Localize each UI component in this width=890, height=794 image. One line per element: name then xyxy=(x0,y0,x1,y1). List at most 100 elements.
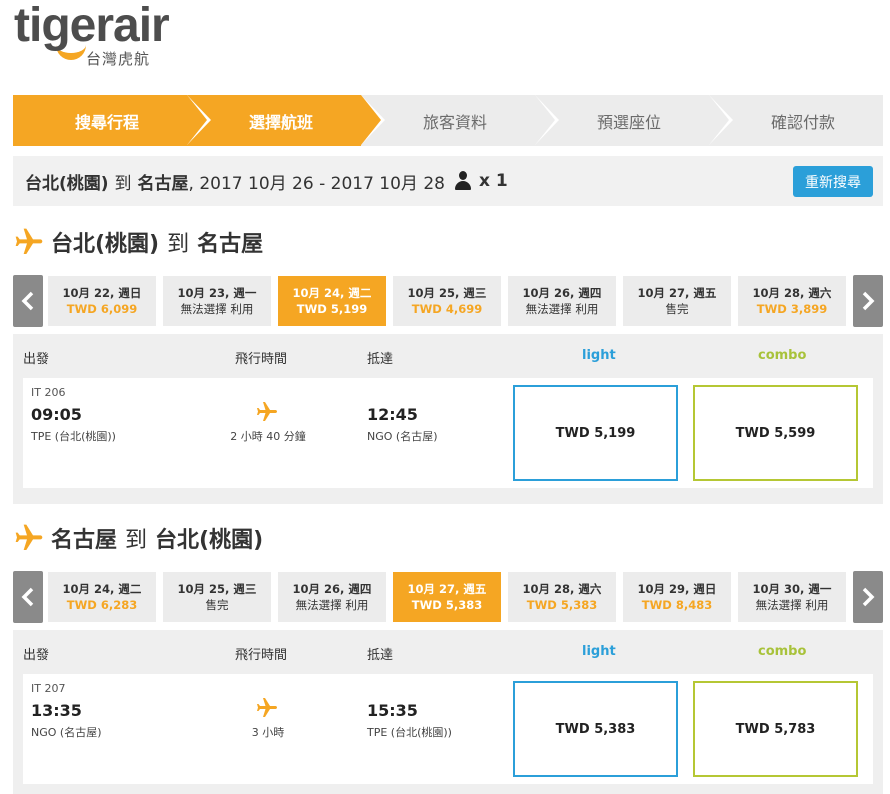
chevron-right-icon[interactable] xyxy=(853,275,883,327)
flight-number: IT 206 xyxy=(31,386,66,399)
date-price: TWD 5,199 xyxy=(296,302,368,316)
logo-subtitle: 台灣虎航 xyxy=(86,50,151,68)
header-light-fare: light xyxy=(582,348,616,363)
arrival-airport: NGO (名古屋) xyxy=(367,430,438,443)
outbound-destination: 名古屋 xyxy=(197,232,264,257)
chevron-left-icon[interactable] xyxy=(13,571,43,623)
header-depart: 出發 xyxy=(23,648,50,663)
date-option[interactable]: 10月 29, 週日 TWD 8,483 xyxy=(623,572,731,622)
step-passenger-info: 旅客資料 xyxy=(361,95,555,146)
header-arrive: 抵達 xyxy=(367,352,394,367)
date-label: 10月 28, 週六 xyxy=(752,286,832,300)
date-label: 10月 26, 週四 xyxy=(522,286,602,300)
date-option[interactable]: 10月 28, 週六 TWD 3,899 xyxy=(738,276,846,326)
summary-destination: 名古屋 xyxy=(137,173,189,194)
date-label: 10月 28, 週六 xyxy=(522,582,602,596)
header-duration: 飛行時間 xyxy=(235,648,288,663)
search-summary-bar: 台北(桃園) 到 名古屋 , 2017 10月 26 - 2017 10月 28… xyxy=(13,156,883,206)
flight-row: IT 207 13:35 NGO (名古屋) 3 小時 15:35 TPE (台… xyxy=(23,674,873,784)
inbound-destination: 台北(桃園) xyxy=(155,528,264,553)
tigerair-logo[interactable]: tigerair 台灣虎航 xyxy=(14,0,184,68)
booking-progress-steps: 搜尋行程 選擇航班 旅客資料 預選座位 確認付款 xyxy=(13,95,883,146)
person-icon xyxy=(454,171,471,191)
inbound-flight-panel: 出發 飛行時間 抵達 light combo IT 207 13:35 NGO … xyxy=(13,630,883,794)
flight-duration: 3 小時 xyxy=(251,726,285,739)
step-label: 確認付款 xyxy=(770,112,835,132)
departure-time: 09:05 xyxy=(31,405,82,424)
date-label: 10月 30, 週一 xyxy=(752,582,832,596)
step-search-itinerary[interactable]: 搜尋行程 xyxy=(13,95,207,146)
date-option[interactable]: 10月 27, 週五 售完 xyxy=(623,276,731,326)
outbound-flight-panel: 出發 飛行時間 抵達 light combo IT 206 09:05 TPE … xyxy=(13,334,883,504)
date-price: TWD 5,383 xyxy=(526,598,598,612)
date-option[interactable]: 10月 26, 週四 無法選擇 利用 xyxy=(508,276,616,326)
step-seat-selection: 預選座位 xyxy=(535,95,729,146)
date-status: 無法選擇 利用 xyxy=(295,598,369,612)
departure-airport: TPE (台北(桃園)) xyxy=(31,430,116,443)
outbound-date-selector: 10月 22, 週日 TWD 6,099 10月 23, 週一 無法選擇 利用 10… xyxy=(13,275,883,327)
date-label: 10月 25, 週三 xyxy=(177,582,257,596)
date-status: 無法選擇 利用 xyxy=(525,302,599,316)
arrival-airport: TPE (台北(桃園)) xyxy=(367,726,452,739)
departure-airport: NGO (名古屋) xyxy=(31,726,102,739)
date-status: 售完 xyxy=(665,302,689,316)
date-status: 無法選擇 利用 xyxy=(180,302,254,316)
summary-origin: 台北(桃園) xyxy=(25,173,109,194)
date-label: 10月 23, 週一 xyxy=(177,286,257,300)
header-arrive: 抵達 xyxy=(367,648,394,663)
step-label: 搜尋行程 xyxy=(74,112,139,132)
chevron-right-icon[interactable] xyxy=(853,571,883,623)
date-status: 售完 xyxy=(205,598,229,612)
date-option-selected[interactable]: 10月 27, 週五 TWD 5,383 xyxy=(393,572,501,622)
arrival-time: 15:35 xyxy=(367,701,418,720)
date-option-selected[interactable]: 10月 24, 週二 TWD 5,199 xyxy=(278,276,386,326)
date-option[interactable]: 10月 23, 週一 無法選擇 利用 xyxy=(163,276,271,326)
summary-passenger-count: x 1 xyxy=(478,171,508,191)
date-option[interactable]: 10月 22, 週日 TWD 6,099 xyxy=(48,276,156,326)
date-label: 10月 24, 週二 xyxy=(62,582,142,596)
header-light-fare: light xyxy=(582,644,616,659)
outbound-section-title: 台北(桃園) 到 名古屋 xyxy=(13,226,263,258)
date-option[interactable]: 10月 28, 週六 TWD 5,383 xyxy=(508,572,616,622)
chevron-left-icon[interactable] xyxy=(13,275,43,327)
date-price: TWD 3,899 xyxy=(756,302,828,316)
date-price: TWD 6,099 xyxy=(66,302,138,316)
airplane-icon xyxy=(15,524,43,550)
combo-fare-option[interactable]: TWD 5,783 xyxy=(693,681,858,777)
date-price: TWD 4,699 xyxy=(411,302,483,316)
header-combo-fare: combo xyxy=(758,644,807,659)
step-confirm-payment: 確認付款 xyxy=(709,95,883,146)
airplane-icon xyxy=(257,698,277,717)
step-label: 預選座位 xyxy=(596,112,661,132)
airplane-icon xyxy=(15,228,43,254)
date-price: TWD 5,383 xyxy=(411,598,483,612)
inbound-origin: 名古屋 xyxy=(51,528,118,553)
date-label: 10月 27, 週五 xyxy=(637,286,717,300)
light-fare-option[interactable]: TWD 5,199 xyxy=(513,385,678,481)
arrival-time: 12:45 xyxy=(367,405,418,424)
date-label: 10月 26, 週四 xyxy=(292,582,372,596)
step-select-flight[interactable]: 選擇航班 xyxy=(187,95,381,146)
inbound-to: 到 xyxy=(125,528,148,553)
date-label: 10月 27, 週五 xyxy=(407,582,487,596)
date-label: 10月 24, 週二 xyxy=(292,286,372,300)
inbound-section-title: 名古屋 到 台北(桃園) xyxy=(13,522,263,554)
date-option[interactable]: 10月 25, 週三 TWD 4,699 xyxy=(393,276,501,326)
inbound-date-selector: 10月 24, 週二 TWD 6,283 10月 25, 週三 售完 10月 26,… xyxy=(13,571,883,623)
step-label: 旅客資料 xyxy=(422,112,487,132)
header-combo-fare: combo xyxy=(758,348,807,363)
date-option[interactable]: 10月 30, 週一 無法選擇 利用 xyxy=(738,572,846,622)
date-option[interactable]: 10月 26, 週四 無法選擇 利用 xyxy=(278,572,386,622)
date-option[interactable]: 10月 25, 週三 售完 xyxy=(163,572,271,622)
date-label: 10月 29, 週日 xyxy=(637,582,717,596)
step-label: 選擇航班 xyxy=(248,112,313,132)
logo-wordmark: tigerair xyxy=(14,0,170,52)
summary-to: 到 xyxy=(114,173,132,194)
date-price: TWD 8,483 xyxy=(641,598,713,612)
date-option[interactable]: 10月 24, 週二 TWD 6,283 xyxy=(48,572,156,622)
combo-fare-option[interactable]: TWD 5,599 xyxy=(693,385,858,481)
summary-dates: , 2017 10月 26 - 2017 10月 28 xyxy=(188,173,445,194)
departure-time: 13:35 xyxy=(31,701,82,720)
light-fare-option[interactable]: TWD 5,383 xyxy=(513,681,678,777)
research-button[interactable]: 重新搜尋 xyxy=(793,166,873,197)
